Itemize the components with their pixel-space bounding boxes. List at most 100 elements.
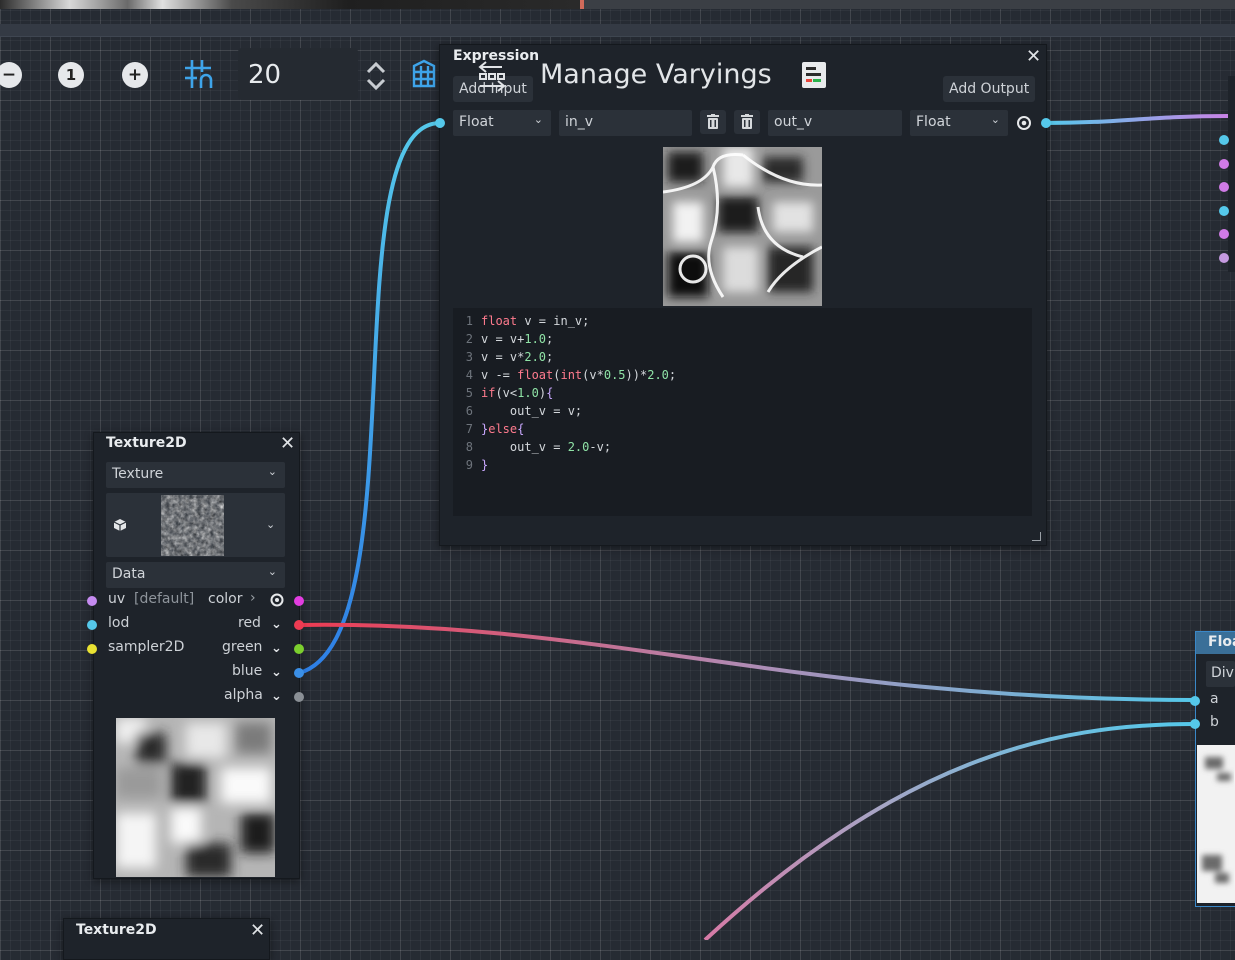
texture-select[interactable]: Texture ⌄ xyxy=(106,462,285,488)
delete-input-button[interactable] xyxy=(700,110,726,134)
blue-output-port[interactable] xyxy=(294,668,304,678)
offscreen-node-port[interactable] xyxy=(1219,205,1229,216)
code-line[interactable]: 6 out_v = v; xyxy=(453,404,582,422)
offscreen-node-port[interactable] xyxy=(1219,229,1229,239)
manage-varyings-title: Manage Varyings xyxy=(540,59,772,90)
wire-out-v xyxy=(1045,114,1229,125)
reset-one-icon[interactable]: 1 xyxy=(58,62,84,88)
float-operation-select[interactable]: Div xyxy=(1206,661,1235,687)
close-icon[interactable]: ✕ xyxy=(280,435,295,453)
alpha-output-label: alpha xyxy=(224,687,263,703)
delete-output-button[interactable] xyxy=(734,110,760,134)
chevron-down-icon: ⌄ xyxy=(267,565,277,578)
code-line[interactable]: 5 if(v<1.0){ xyxy=(453,386,554,404)
offscreen-node-edge xyxy=(1228,76,1235,272)
lod-input-label: lod xyxy=(108,615,130,631)
code-line[interactable]: 7}else{ xyxy=(453,422,525,440)
chevron-down-icon[interactable]: ⌄ xyxy=(271,617,282,632)
code-line[interactable]: 2 v = v+1.0; xyxy=(453,332,554,350)
code-line[interactable]: 8 out_v = 2.0-v; xyxy=(453,440,611,458)
texture-preview-image xyxy=(116,718,275,877)
lod-input-port[interactable] xyxy=(87,620,97,630)
eye-icon[interactable] xyxy=(269,593,285,607)
line-number: 1 xyxy=(465,314,473,328)
out-v-output-port[interactable] xyxy=(1041,118,1051,128)
code-token: v = in_v; xyxy=(517,314,590,328)
line-number: 8 xyxy=(465,440,473,454)
code-token: v -= xyxy=(481,368,518,382)
code-line[interactable]: 3 v = v*2.0; xyxy=(453,350,554,368)
line-number: 2 xyxy=(465,332,473,346)
output-name-field[interactable]: out_v xyxy=(768,110,902,136)
uv-input-label: uv xyxy=(108,591,126,607)
code-token: float xyxy=(481,314,518,328)
code-token: float xyxy=(517,368,554,382)
code-token: 1.0 xyxy=(517,386,539,400)
texture2d-node-2-title: Texture2D xyxy=(76,922,157,938)
alpha-output-port[interactable] xyxy=(294,692,304,702)
grid-snap-icon[interactable] xyxy=(183,58,217,92)
wire-red-to-a xyxy=(298,622,1196,702)
stepper-icon[interactable] xyxy=(364,60,388,92)
line-number: 4 xyxy=(465,368,473,382)
in-v-input-port[interactable] xyxy=(435,118,445,128)
a-input-label: a xyxy=(1210,691,1219,707)
line-number: 9 xyxy=(465,458,473,472)
code-token: 2.0 xyxy=(647,368,669,382)
input-type-select[interactable]: Float ⌄ xyxy=(453,110,551,136)
code-editor[interactable]: 1 float v = in_v; 2 v = v+1.0; 3 v = v*2.0; 4 v… xyxy=(453,308,1032,516)
cube-icon xyxy=(113,519,127,531)
a-input-port[interactable] xyxy=(1190,696,1200,706)
code-token: 2.0 xyxy=(524,350,547,364)
chevron-down-icon[interactable]: ⌄ xyxy=(271,641,282,656)
sampler2d-input-port[interactable] xyxy=(87,644,97,654)
green-output-label: green xyxy=(222,639,263,655)
close-icon[interactable]: ✕ xyxy=(1026,48,1041,66)
zoom-value: 20 xyxy=(248,60,282,90)
data-select[interactable]: Data ⌄ xyxy=(106,562,285,588)
chevron-down-icon[interactable]: ⌄ xyxy=(271,665,282,680)
code-token: out_v = v; xyxy=(481,404,583,418)
eye-icon[interactable] xyxy=(1015,115,1033,131)
notes-icon[interactable] xyxy=(800,60,830,90)
code-token: ) xyxy=(538,386,547,400)
code-token: { xyxy=(546,386,554,400)
plus-icon[interactable]: + xyxy=(122,62,148,88)
code-line[interactable]: 1 float v = in_v; xyxy=(453,314,590,332)
close-icon[interactable]: ✕ xyxy=(250,922,265,940)
red-output-port[interactable] xyxy=(294,620,304,630)
chevron-down-icon: ⌄ xyxy=(267,465,277,478)
trash-icon xyxy=(707,114,719,129)
green-output-port[interactable] xyxy=(294,644,304,654)
code-token: ; xyxy=(546,350,554,364)
code-line[interactable]: 9} xyxy=(453,458,488,476)
color-output-port[interactable] xyxy=(294,596,304,606)
code-token: 1.0 xyxy=(524,332,547,346)
add-output-button[interactable]: Add Output xyxy=(943,76,1036,102)
line-number: 3 xyxy=(465,350,473,364)
wire-to-b xyxy=(703,722,1196,940)
chevron-down-icon[interactable]: ⌄ xyxy=(271,689,282,704)
b-input-port[interactable] xyxy=(1190,719,1200,729)
code-token: out_v = xyxy=(481,440,568,454)
expression-preview-image xyxy=(663,147,822,306)
red-output-label: red xyxy=(238,615,261,631)
wire-blue-to-in-v xyxy=(298,121,441,675)
offscreen-node-port[interactable] xyxy=(1219,252,1229,263)
sampler2d-input-label: sampler2D xyxy=(108,639,185,655)
input-name-field[interactable]: in_v xyxy=(559,110,692,136)
code-line[interactable]: 4v -= float(int(v*0.5))*2.0; xyxy=(453,368,676,386)
code-token: ; xyxy=(668,368,677,382)
offscreen-node-port[interactable] xyxy=(1219,182,1229,192)
offscreen-node-port[interactable] xyxy=(1219,135,1229,145)
output-type-select[interactable]: Float ⌄ xyxy=(910,110,1008,136)
chevron-right-icon[interactable]: › xyxy=(250,590,256,606)
layout-icon[interactable] xyxy=(476,58,508,92)
resize-handle[interactable] xyxy=(1032,532,1041,541)
chevron-down-icon[interactable]: ⌄ xyxy=(266,518,275,531)
offscreen-node-port[interactable] xyxy=(1219,158,1229,169)
uv-input-port[interactable] xyxy=(87,596,97,606)
code-token: ; xyxy=(546,332,554,346)
code-token: -v; xyxy=(589,440,612,454)
b-input-label: b xyxy=(1210,714,1219,730)
